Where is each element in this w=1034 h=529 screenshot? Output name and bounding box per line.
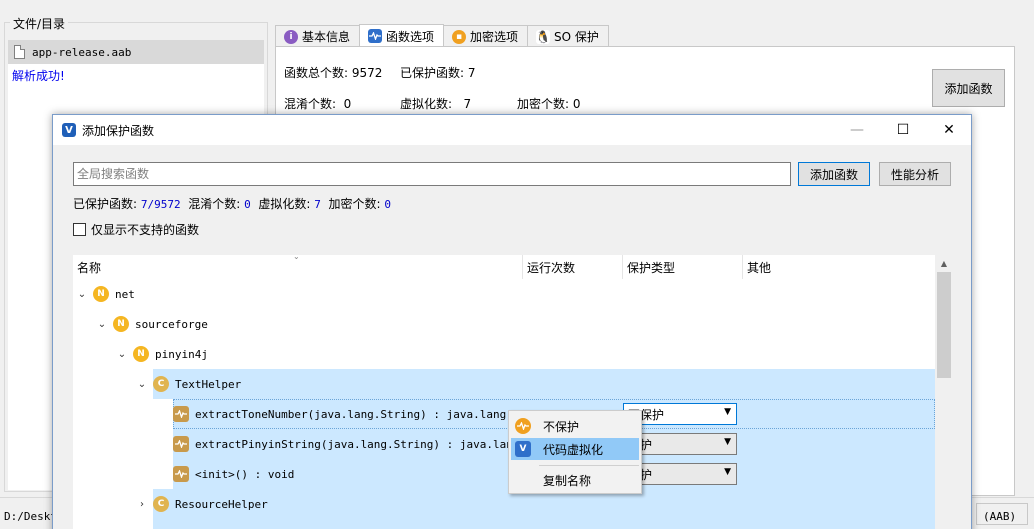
menu-item-copy-name[interactable]: 复制名称 bbox=[511, 469, 639, 491]
checkbox-label: 仅显示不支持的函数 bbox=[91, 223, 200, 237]
encryption-value: 0 bbox=[384, 198, 391, 211]
tree-node-label: ResourceHelper bbox=[175, 497, 268, 511]
tab-basic-info[interactable]: i 基本信息 bbox=[275, 25, 361, 47]
tab-label: SO 保护 bbox=[554, 30, 599, 44]
tree-row[interactable]: ⌄ N net bbox=[73, 279, 935, 309]
menu-item-label: 代码虚拟化 bbox=[543, 442, 604, 457]
parse-status-message: 解析成功! bbox=[12, 69, 65, 83]
status-path: D:/Deskt bbox=[4, 510, 57, 523]
checkbox[interactable] bbox=[73, 223, 86, 236]
tree-node-label: sourceforge bbox=[135, 317, 208, 331]
tab-so-protect[interactable]: 🐧 SO 保护 bbox=[527, 25, 609, 47]
dropdown-arrow-icon: ▼ bbox=[724, 437, 731, 447]
column-header-other[interactable]: 其他 bbox=[743, 255, 935, 279]
function-icon bbox=[368, 29, 383, 43]
menu-item-label: 不保护 bbox=[543, 419, 580, 434]
linux-icon: 🐧 bbox=[535, 29, 551, 44]
tree-node-label: TextHelper bbox=[175, 377, 242, 391]
close-button[interactable]: ✕ bbox=[926, 115, 972, 145]
dropdown-arrow-icon: ▼ bbox=[724, 407, 731, 417]
expand-chevron-icon[interactable]: ⌄ bbox=[137, 379, 147, 390]
tree-row[interactable]: ⌄ N sourceforge bbox=[73, 309, 935, 339]
virtualization-value: 7 bbox=[314, 198, 321, 211]
tab-label: 基本信息 bbox=[302, 30, 351, 44]
tree-node-label: <init>() : void bbox=[195, 467, 295, 481]
obfuscation-label: 混淆个数: bbox=[180, 197, 245, 211]
tree-row[interactable]: ⌄ N pinyin4j bbox=[73, 339, 935, 369]
tab-strip: i 基本信息 函数选项 ▪ 加密选项 🐧 SO 保护 bbox=[275, 24, 609, 47]
obfuscation-value: 0 bbox=[244, 198, 251, 211]
tree-node-label: pinyin4j bbox=[155, 347, 208, 361]
tree-node-label: extractPinyinString(java.lang.String) : … bbox=[195, 437, 540, 451]
dropdown-arrow-icon: ▼ bbox=[724, 467, 731, 477]
menu-item-label: 复制名称 bbox=[543, 473, 592, 488]
add-function-button[interactable]: 添加函数 bbox=[798, 162, 870, 186]
tab-function-options[interactable]: 函数选项 bbox=[359, 24, 445, 47]
expand-chevron-icon[interactable]: ⌄ bbox=[117, 349, 127, 360]
expand-chevron-icon[interactable]: ⌄ bbox=[77, 289, 87, 300]
dialog-titlebar[interactable]: V 添加保护函数 — ☐ ✕ bbox=[53, 115, 971, 145]
virtualize-icon: V bbox=[515, 441, 531, 457]
scroll-up-arrow-icon[interactable]: ▲ bbox=[935, 255, 953, 272]
class-icon: C bbox=[153, 376, 169, 392]
dialog-stats: 已保护函数: 7/9572 混淆个数: 0 虚拟化数: 7 加密个数: 0 bbox=[73, 195, 391, 212]
tab-label: 加密选项 bbox=[470, 30, 519, 44]
column-header-run-count[interactable]: 运行次数 bbox=[523, 255, 623, 279]
column-header-name[interactable]: 名称 bbox=[73, 255, 523, 279]
tree-row-content: extractPinyinString(java.lang.String) : … bbox=[73, 429, 935, 459]
namespace-icon: N bbox=[133, 346, 149, 362]
pulse-icon bbox=[515, 418, 531, 434]
protected-label: 已保护函数: bbox=[73, 197, 141, 211]
tree-node-label: net bbox=[115, 287, 135, 301]
search-input[interactable] bbox=[73, 162, 791, 186]
protected-functions: 已保护函数: 7 bbox=[400, 66, 476, 80]
file-list-item[interactable]: app-release.aab bbox=[8, 40, 264, 64]
tab-encryption-options[interactable]: ▪ 加密选项 bbox=[443, 25, 529, 47]
menu-item-no-protect[interactable]: 不保护 bbox=[511, 415, 639, 437]
virtualization-label: 虚拟化数: bbox=[250, 197, 315, 211]
scroll-thumb[interactable] bbox=[937, 272, 951, 378]
method-icon bbox=[173, 406, 189, 422]
performance-analysis-button[interactable]: 性能分析 bbox=[879, 162, 951, 186]
info-icon: i bbox=[284, 29, 298, 44]
protected-value: 7/9572 bbox=[140, 198, 181, 211]
file-name: app-release.aab bbox=[32, 45, 132, 59]
files-group-title: 文件/目录 bbox=[10, 15, 69, 32]
lock-icon: ▪ bbox=[452, 29, 467, 44]
maximize-button[interactable]: ☐ bbox=[880, 115, 926, 145]
add-function-button[interactable]: 添加函数 bbox=[932, 69, 1005, 107]
tree-row-content: › C ResourceHelper bbox=[73, 489, 935, 519]
minimize-button[interactable]: — bbox=[834, 115, 880, 145]
virtualization-count: 虚拟化数: 7 bbox=[400, 97, 472, 111]
total-functions: 函数总个数: 9572 bbox=[284, 66, 383, 80]
encryption-label: 加密个数: bbox=[320, 197, 385, 211]
expand-chevron-icon[interactable]: › bbox=[137, 499, 147, 510]
tree-row[interactable] bbox=[153, 519, 935, 529]
app-icon: V bbox=[62, 123, 76, 137]
menu-separator bbox=[539, 465, 639, 466]
status-type-box bbox=[976, 503, 1028, 525]
namespace-icon: N bbox=[93, 286, 109, 302]
tree-row-content: ⌄ C TextHelper bbox=[73, 369, 935, 399]
context-menu: 不保护 V 代码虚拟化 复制名称 bbox=[508, 410, 642, 494]
class-icon: C bbox=[153, 496, 169, 512]
dialog-title: 添加保护函数 bbox=[82, 123, 155, 138]
encryption-count: 加密个数: 0 bbox=[517, 97, 581, 111]
tree-header: ⌄ 名称 运行次数 保护类型 其他 bbox=[73, 255, 935, 279]
file-icon bbox=[14, 45, 25, 59]
tree-row-content: <init>() : void bbox=[73, 459, 935, 489]
tree-row-content: extractToneNumber(java.lang.String) : ja… bbox=[73, 399, 935, 429]
menu-item-virtualize[interactable]: V 代码虚拟化 bbox=[511, 438, 639, 460]
method-icon bbox=[173, 466, 189, 482]
expand-chevron-icon[interactable]: ⌄ bbox=[97, 319, 107, 330]
namespace-icon: N bbox=[113, 316, 129, 332]
tab-label: 函数选项 bbox=[386, 29, 435, 44]
method-icon bbox=[173, 436, 189, 452]
vertical-scrollbar[interactable]: ▲ bbox=[935, 255, 953, 529]
column-header-protect-type[interactable]: 保护类型 bbox=[623, 255, 743, 279]
only-unsupported-checkbox[interactable]: 仅显示不支持的函数 bbox=[73, 221, 199, 238]
tree-node-label: extractToneNumber(java.lang.String) : ja… bbox=[195, 407, 540, 421]
obfuscation-count: 混淆个数: 0 bbox=[284, 97, 352, 111]
